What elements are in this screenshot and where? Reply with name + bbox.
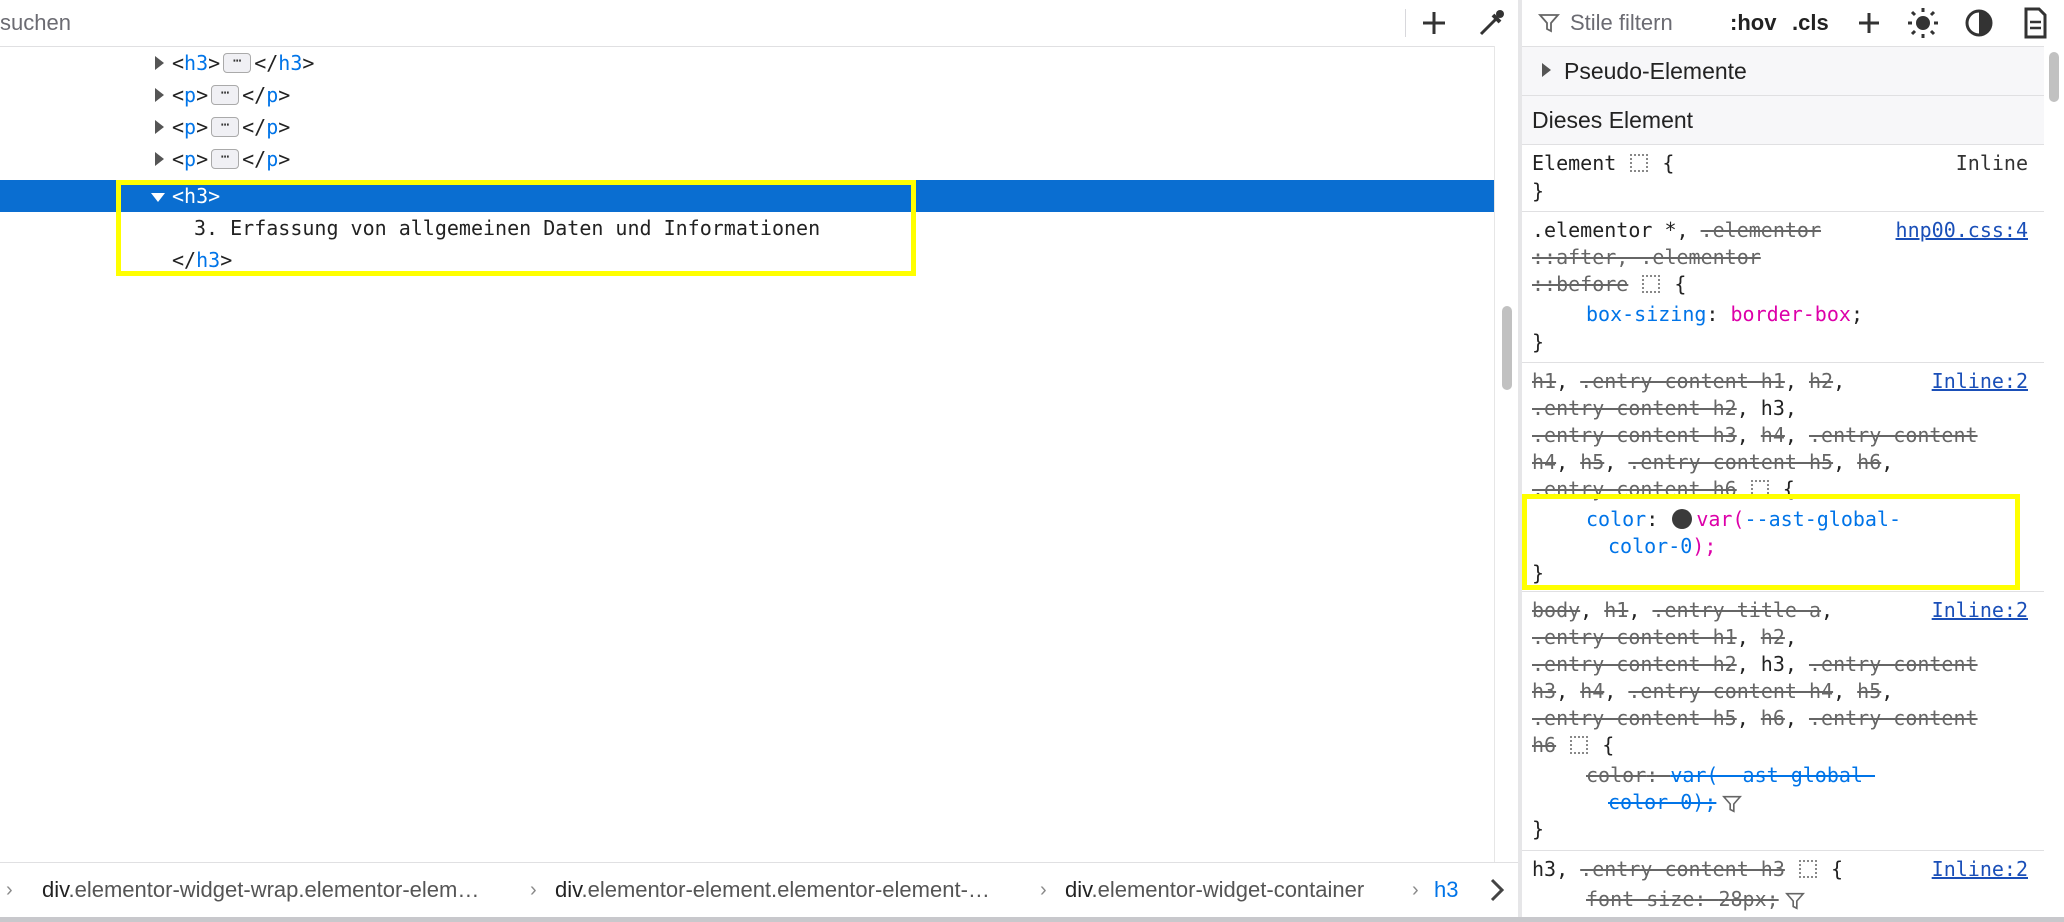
this-element-label: Dieses Element [1532, 107, 1694, 133]
ellipsis-icon[interactable]: ⋯ [211, 116, 240, 137]
breadcrumb-item[interactable]: div.elementor-element.elementor-element-… [555, 863, 990, 917]
tree-node-p[interactable]: <p> ⋯ </p> [0, 143, 1494, 175]
tag-name: p [184, 115, 197, 139]
html-search-input[interactable]: suchen [0, 10, 71, 36]
expand-twisty-icon[interactable] [155, 88, 164, 102]
markup-panel: suchen <h3> ⋯ </h3> <p> ⋯ </p> <p> ⋯ </p… [0, 0, 1504, 922]
filter-styles-input[interactable]: Stile filtern [1570, 10, 1673, 36]
tag-name: p [266, 115, 279, 139]
sun-icon[interactable] [1906, 6, 1940, 40]
stylesheet-link[interactable]: Inline:2 [1932, 368, 2028, 395]
add-rule-plus-icon[interactable] [1852, 6, 1886, 40]
tag-name: p [184, 147, 197, 171]
eyedropper-icon[interactable] [1472, 4, 1510, 42]
stylesheet-link[interactable]: hnp00.css:4 [1896, 217, 2028, 244]
breadcrumb-separator: › [6, 879, 13, 901]
grid-highlight-icon[interactable] [1798, 859, 1817, 878]
rule-h3-font-size: h3, .entry-content h3 { Inline:2 font-si… [1532, 856, 2028, 911]
cls-toggle-button[interactable]: .cls [1792, 10, 1829, 36]
breadcrumb-separator: › [530, 879, 537, 901]
filter-icon[interactable] [1784, 891, 1805, 911]
grid-highlight-icon[interactable] [1630, 153, 1649, 172]
rule-selector-line: ::after, .elementor [1532, 245, 1761, 269]
markup-scrollbar[interactable] [1494, 46, 1519, 862]
tree-node-p[interactable]: <p> ⋯ </p> [0, 79, 1494, 111]
pseudo-elements-toggle[interactable]: Pseudo-Elemente [1522, 47, 2044, 96]
highlight-annotation-box [116, 180, 916, 276]
breadcrumb-separator: › [1412, 879, 1419, 901]
grid-highlight-icon[interactable] [1570, 735, 1589, 754]
chevron-right-icon[interactable] [1484, 877, 1510, 903]
tag-name: h3 [278, 51, 303, 75]
expand-twisty-icon[interactable] [155, 56, 164, 70]
stylesheet-link[interactable]: Inline:2 [1932, 856, 2028, 883]
tree-node-p[interactable]: <p> ⋯ </p> [0, 111, 1494, 143]
contrast-moon-icon[interactable] [1962, 6, 1996, 40]
css-value[interactable]: border-box [1731, 302, 1851, 326]
tag-name: p [266, 147, 279, 171]
rule-elementor-box-sizing: .elementor *, .elementor hnp00.css:4 ::a… [1522, 212, 2044, 363]
rule-selector: .elementor *, [1532, 218, 1689, 242]
ellipsis-icon[interactable]: ⋯ [211, 148, 240, 169]
plus-icon[interactable] [1415, 4, 1453, 42]
rules-scrollbar[interactable] [2044, 46, 2064, 917]
expand-twisty-icon[interactable] [1542, 63, 1551, 77]
rules-toolbar: Stile filtern :hov .cls [1522, 0, 2064, 47]
pseudo-elements-label: Pseudo-Elemente [1564, 58, 1747, 84]
filter-icon [1538, 14, 1560, 33]
window-bottom-edge [0, 917, 2064, 922]
toolbar-divider [1405, 9, 1406, 37]
breadcrumb-current[interactable]: h3 [1434, 863, 1458, 917]
rule-body-headings-color: body, h1, .entry-title a, Inline:2 .entr… [1522, 592, 2044, 851]
ellipsis-icon[interactable]: ⋯ [223, 52, 252, 73]
this-element-header: Dieses Element [1522, 96, 2044, 145]
rule-close-brace: } [1532, 330, 1545, 354]
tree-node-h3[interactable]: <h3> ⋯ </h3> [0, 47, 1494, 79]
document-icon[interactable] [2018, 6, 2052, 40]
rule-element-inline: Element { Inline } [1522, 145, 2044, 212]
tag-name: p [184, 83, 197, 107]
filter-icon[interactable] [1722, 794, 1743, 814]
scrollbar-thumb[interactable] [2049, 52, 2059, 102]
rule-selector: Element [1532, 151, 1617, 175]
expand-twisty-icon[interactable] [155, 120, 164, 134]
css-property-overridden[interactable]: color [1586, 763, 1646, 787]
breadcrumb: › div.elementor-widget-wrap.elementor-el… [0, 862, 1518, 918]
rules-panel: Stile filtern :hov .cls Pseudo-Elemente … [1522, 0, 2064, 917]
breadcrumb-item[interactable]: div.elementor-widget-container [1065, 863, 1364, 917]
rule-close-brace: } [1532, 817, 1545, 841]
css-property[interactable]: box-sizing [1586, 302, 1706, 326]
tag-name: h3 [184, 51, 209, 75]
expand-twisty-icon[interactable] [155, 152, 164, 166]
rule-close-brace: } [1532, 179, 1545, 203]
grid-highlight-icon[interactable] [1642, 274, 1661, 293]
breadcrumb-item[interactable]: div.elementor-widget-wrap.elementor-elem… [42, 863, 479, 917]
rule-source: Inline [1955, 151, 2028, 175]
ellipsis-icon[interactable]: ⋯ [211, 84, 240, 105]
tag-name: p [266, 83, 279, 107]
breadcrumb-separator: › [1040, 879, 1047, 901]
markup-tree: <h3> ⋯ </h3> <p> ⋯ </p> <p> ⋯ </p> <p> ⋯ </p> < [0, 47, 1494, 862]
hov-toggle-button[interactable]: :hov [1730, 10, 1776, 36]
highlight-annotation-box [1522, 494, 2020, 590]
css-property-overridden[interactable]: font-size [1586, 887, 1694, 911]
stylesheet-link[interactable]: Inline:2 [1932, 597, 2028, 624]
markup-toolbar: suchen [0, 0, 1504, 47]
scrollbar-thumb[interactable] [1502, 306, 1512, 390]
